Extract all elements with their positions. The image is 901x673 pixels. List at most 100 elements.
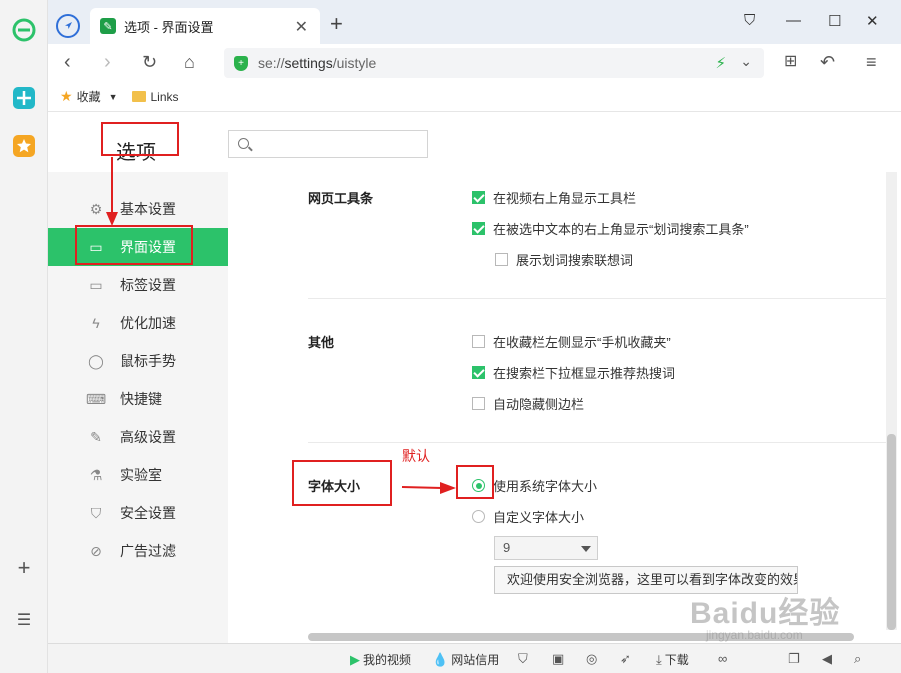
divider xyxy=(308,442,886,443)
url-path: /uistyle xyxy=(332,55,377,71)
chevron-down-icon[interactable]: ⌄ xyxy=(740,53,752,70)
option-label: 使用系统字体大小 xyxy=(493,479,598,494)
sidebar-item-label: 基本设置 xyxy=(120,201,176,217)
back-icon[interactable]: ‹ xyxy=(64,52,71,72)
url-host: settings xyxy=(284,55,333,71)
url-scheme: se:// xyxy=(258,55,285,71)
scroll-thumb[interactable] xyxy=(887,434,896,630)
sidebar-item-advanced[interactable]: ✎ 高级设置 xyxy=(48,418,228,456)
option-search-suggest[interactable]: 展示划词搜索联想词 xyxy=(495,250,633,269)
skin-icon[interactable]: ⛉ xyxy=(744,12,755,29)
dropdown-arrow-icon: ▼ xyxy=(108,91,118,102)
font-size-select[interactable]: 9 xyxy=(494,536,598,560)
block-icon: ⊘ xyxy=(90,542,102,559)
sidebar-item-label: 安全设置 xyxy=(120,505,176,521)
shield-icon: ⛉ xyxy=(90,504,102,521)
status-bar: ▶ 我的视频 💧 网站信用 ⛉ ▣ ◎ ➶ ⤓ 下载 ∞ ❐ ◀ ⌕ xyxy=(48,643,901,673)
option-label: 自动隐藏侧边栏 xyxy=(493,397,585,412)
checkbox[interactable] xyxy=(472,397,485,410)
secure-shield-icon: + xyxy=(234,56,248,71)
section-title-webtoolbar: 网页工具条 xyxy=(308,191,374,206)
option-label: 展示划词搜索联想词 xyxy=(516,253,634,268)
zoom-search-icon[interactable]: ⌕ xyxy=(854,651,864,667)
tab-settings[interactable]: ✎ 选项 - 界面设置 ✕ xyxy=(90,8,320,44)
tab-title: 选项 - 界面设置 xyxy=(124,19,214,35)
option-label: 在被选中文本的右上角显示“划词搜索工具条” xyxy=(493,222,749,237)
sidebar-item-label: 快捷键 xyxy=(120,391,162,407)
bookmark-links[interactable]: Links xyxy=(131,90,179,104)
new-tab-button[interactable]: + xyxy=(330,13,343,35)
folder-icon xyxy=(131,91,146,102)
radio-custom-font[interactable]: 自定义字体大小 xyxy=(472,507,584,526)
settings-search-input[interactable] xyxy=(228,130,428,158)
forward-icon[interactable]: › xyxy=(104,52,111,72)
option-video-toolbar[interactable]: 在视频右上角显示工具栏 xyxy=(472,188,636,207)
glasses-icon[interactable]: ∞ xyxy=(718,651,730,666)
status-label: 我的视频 xyxy=(363,653,412,667)
radio-button[interactable] xyxy=(472,510,485,523)
option-selection-toolbar[interactable]: 在被选中文本的右上角显示“划词搜索工具条” xyxy=(472,219,749,238)
sidebar-item-lab[interactable]: ⚗ 实验室 xyxy=(48,456,228,494)
sidebar-item-adblock[interactable]: ⊘ 广告过滤 xyxy=(48,532,228,570)
bookmarks-bar: ★ 收藏 ▼ Links xyxy=(48,82,901,112)
main-menu-icon[interactable]: ≡ xyxy=(866,52,877,72)
sidebar-item-basic[interactable]: ⚙ 基本设置 xyxy=(48,190,228,228)
my-video-button[interactable]: ▶ 我的视频 xyxy=(350,651,411,668)
rocket-icon[interactable]: ➶ xyxy=(620,651,634,667)
side-rail: + ☰ xyxy=(0,0,48,673)
search-icon xyxy=(238,138,249,149)
refresh-icon[interactable]: ↻ xyxy=(142,52,157,72)
browser-logo-icon[interactable] xyxy=(12,18,36,42)
volume-icon[interactable]: ◀ xyxy=(822,651,835,667)
screenshot-icon[interactable]: ▣ xyxy=(552,651,567,667)
annotation-box-title xyxy=(101,122,179,156)
keyboard-icon: ⌨ xyxy=(85,390,107,407)
vertical-scrollbar[interactable] xyxy=(886,172,897,630)
maximize-button[interactable]: ☐ xyxy=(828,12,841,30)
favorites-star-icon[interactable] xyxy=(12,134,36,158)
checkbox[interactable] xyxy=(472,222,485,235)
speed-icon[interactable]: ◎ xyxy=(586,651,600,667)
download-icon: ⤓ xyxy=(656,651,662,667)
apps-grid-icon[interactable]: ⊞ xyxy=(784,52,797,72)
sidebar-item-shortcuts[interactable]: ⌨ 快捷键 xyxy=(48,380,228,418)
undo-icon[interactable]: ↶ xyxy=(820,52,835,72)
add-icon[interactable]: + xyxy=(12,555,36,580)
favorites-menu[interactable]: ★ 收藏 ▼ xyxy=(60,88,118,105)
download-button[interactable]: ⤓ 下载 xyxy=(656,651,689,668)
close-window-button[interactable]: ✕ xyxy=(866,12,879,30)
sidebar-item-label: 标签设置 xyxy=(120,277,176,293)
option-label: 在视频右上角显示工具栏 xyxy=(493,191,637,206)
checkbox[interactable] xyxy=(472,191,485,204)
speed-mode-icon[interactable]: ⚡ xyxy=(715,54,726,72)
flask-icon: ⚗ xyxy=(89,466,103,483)
menu-list-icon[interactable]: ☰ xyxy=(12,608,36,632)
option-mobile-favorites[interactable]: 在收藏栏左侧显示“手机收藏夹” xyxy=(472,332,671,351)
tab-icon: ▭ xyxy=(89,276,103,293)
sidebar-item-mouse[interactable]: ◯ 鼠标手势 xyxy=(48,342,228,380)
sidebar-item-label: 优化加速 xyxy=(120,315,176,331)
section-title-other: 其他 xyxy=(308,335,335,350)
sidebar-item-security[interactable]: ⛉ 安全设置 xyxy=(48,494,228,532)
close-tab-icon[interactable]: ✕ xyxy=(295,17,308,37)
sidebar-item-label: 鼠标手势 xyxy=(120,353,176,369)
divider xyxy=(308,298,886,299)
sidebar-item-tabs[interactable]: ▭ 标签设置 xyxy=(48,266,228,304)
option-autohide-sidebar[interactable]: 自动隐藏侧边栏 xyxy=(472,394,584,413)
compass-icon[interactable] xyxy=(56,14,80,38)
dropdown-arrow-icon xyxy=(581,546,591,552)
checkbox[interactable] xyxy=(472,335,485,348)
sidebar-item-speed[interactable]: ϟ 优化加速 xyxy=(48,304,228,342)
shield-status-icon[interactable]: ⛉ xyxy=(518,651,531,667)
checkbox[interactable] xyxy=(472,366,485,379)
checkbox[interactable] xyxy=(495,253,508,266)
minimize-button[interactable]: — xyxy=(786,12,801,29)
site-trust-button[interactable]: 💧 网站信用 xyxy=(432,651,499,668)
option-hot-search[interactable]: 在搜索栏下拉框显示推荐热搜词 xyxy=(472,363,675,382)
annotation-default-label: 默认 xyxy=(402,448,430,464)
window-restore-icon[interactable]: ❐ xyxy=(788,651,803,667)
gear-icon: ⚙ xyxy=(89,200,103,217)
address-bar[interactable]: + se:// settings /uistyle ⚡ ⌄ xyxy=(224,48,764,78)
plugin-icon[interactable] xyxy=(12,86,36,110)
home-icon[interactable]: ⌂ xyxy=(184,52,195,72)
